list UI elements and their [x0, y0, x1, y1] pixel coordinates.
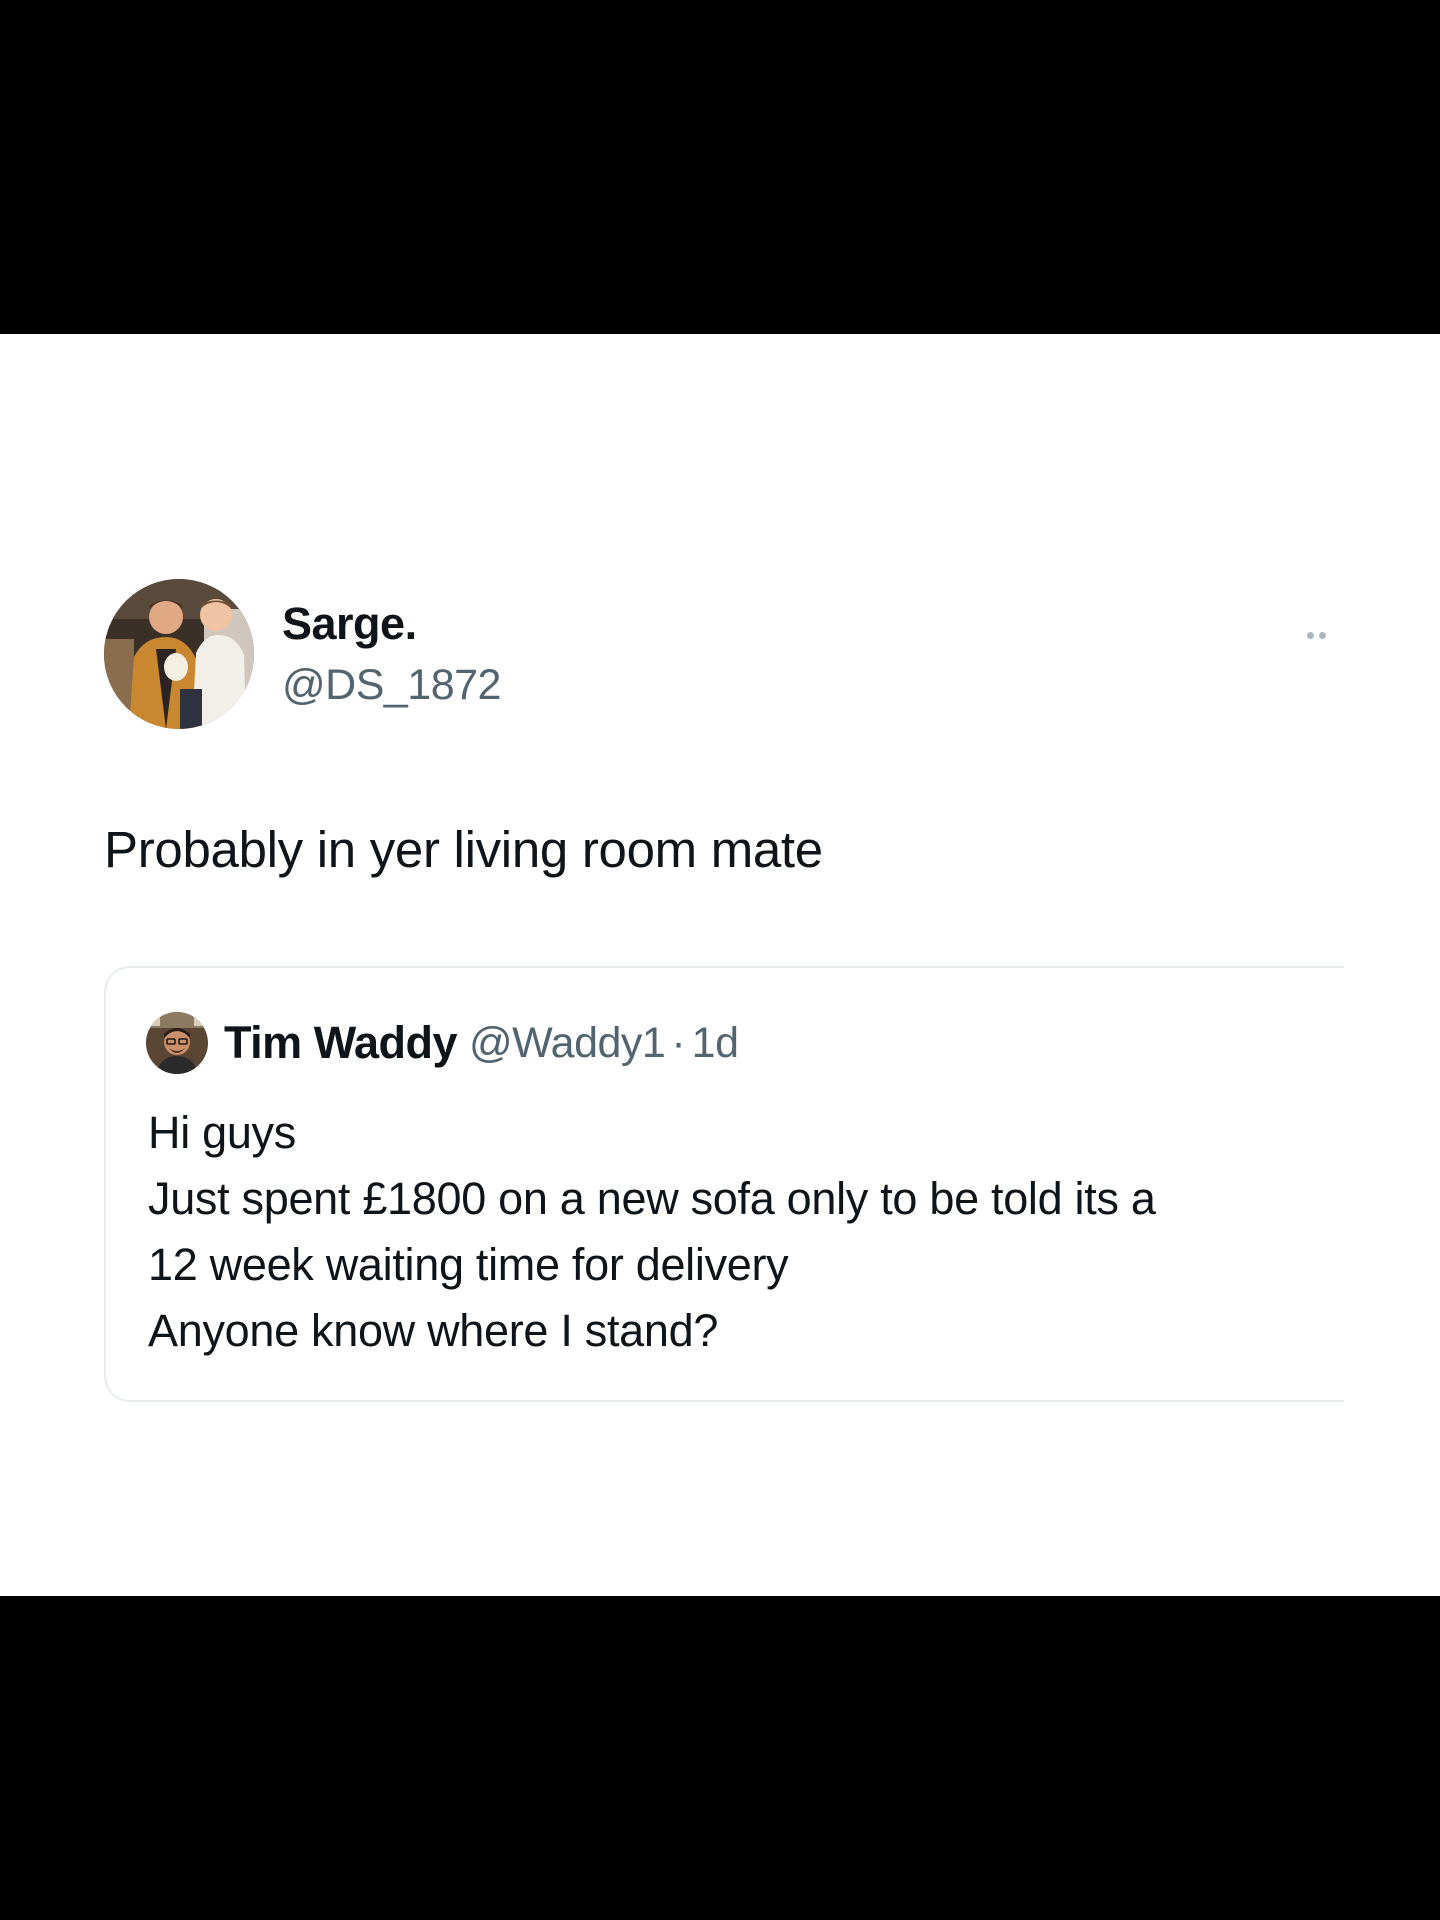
quoted-tweet-card[interactable]: Tim Waddy @Waddy1 · 1d Hi guys Just spen… — [104, 966, 1344, 1402]
avatar-photo-image — [104, 579, 254, 729]
more-options-button[interactable] — [1298, 626, 1334, 644]
quoted-tweet-line: Anyone know where I stand? — [148, 1305, 719, 1356]
more-dots-icon-dot — [1318, 631, 1326, 639]
author-display-name[interactable]: Sarge. — [282, 598, 417, 650]
tweet-text: Probably in yer living room mate — [104, 821, 823, 878]
quoted-author-avatar[interactable] — [146, 1012, 208, 1074]
quoted-header-separator: · — [671, 1018, 686, 1067]
quoted-author-handle[interactable]: @Waddy1 — [469, 1019, 666, 1068]
quoted-author-display-name[interactable]: Tim Waddy — [224, 1017, 458, 1069]
quoted-tweet-text: Hi guys Just spent £1800 on a new sofa o… — [148, 1100, 1156, 1364]
tweet[interactable]: Sarge. @DS_1872 Probably in yer living r… — [70, 566, 1344, 1452]
quoted-tweet-timestamp[interactable]: 1d — [692, 1019, 739, 1068]
quoted-tweet-line: Hi guys — [148, 1107, 296, 1158]
quoted-avatar-photo-image — [146, 1012, 208, 1074]
author-avatar[interactable] — [104, 579, 254, 729]
screenshot-panel: Sarge. @DS_1872 Probably in yer living r… — [0, 334, 1440, 1596]
quoted-tweet-header: Tim Waddy @Waddy1 · 1d — [146, 1010, 739, 1076]
more-dots-icon — [1306, 631, 1314, 639]
author-handle[interactable]: @DS_1872 — [282, 661, 501, 710]
quoted-tweet-line: Just spent £1800 on a new sofa only to b… — [148, 1173, 1156, 1224]
quoted-tweet-line: 12 week waiting time for delivery — [148, 1239, 789, 1290]
